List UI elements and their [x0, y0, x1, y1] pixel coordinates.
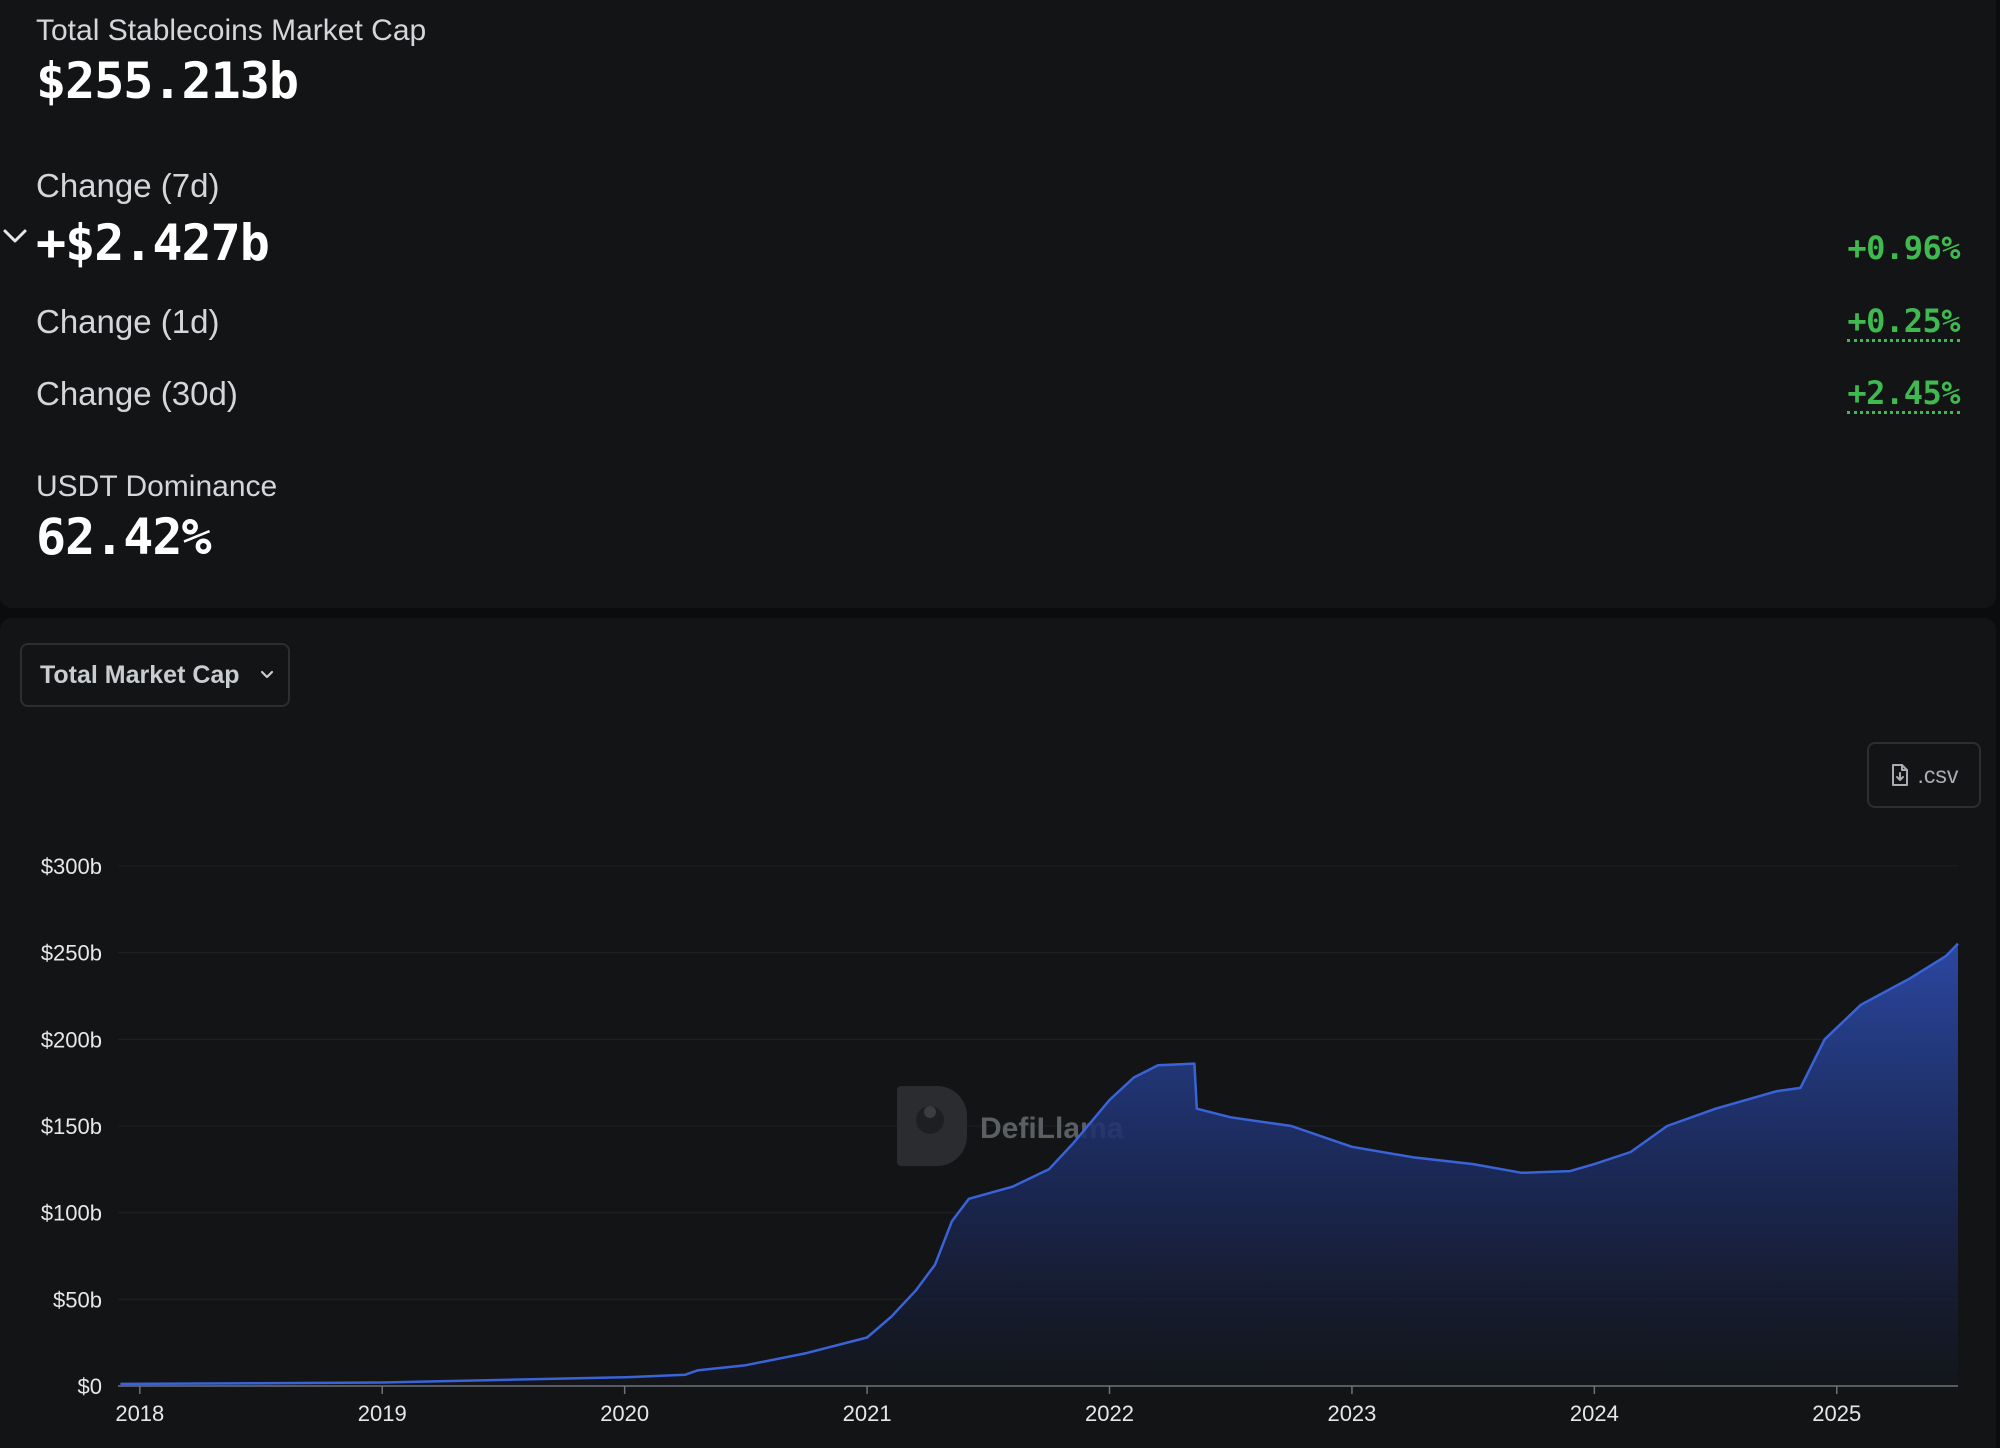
x-tick-label: 2019	[358, 1401, 407, 1426]
x-tick-label: 2022	[1085, 1401, 1134, 1426]
y-tick-label: $150b	[41, 1114, 102, 1139]
market-cap-chart[interactable]: DefiLlama $0$50b$100b$150b$200b$250b$300…	[0, 0, 2000, 1448]
x-tick-label: 2025	[1812, 1401, 1861, 1426]
llama-logo-icon	[897, 1086, 967, 1166]
market-cap-area	[120, 943, 1958, 1386]
x-tick-label: 2024	[1570, 1401, 1619, 1426]
x-tick-label: 2021	[843, 1401, 892, 1426]
y-tick-label: $100b	[41, 1201, 102, 1226]
x-axis: 2018 2019 2020 2021 2022 2023 2024 2025	[115, 1386, 1861, 1426]
y-tick-label: $200b	[41, 1027, 102, 1052]
x-tick-label: 2020	[600, 1401, 649, 1426]
y-tick-label: $300b	[41, 854, 102, 879]
y-tick-label: $0	[78, 1374, 102, 1399]
y-tick-label: $250b	[41, 941, 102, 966]
x-tick-label: 2023	[1327, 1401, 1376, 1426]
x-tick-label: 2018	[115, 1401, 164, 1426]
y-axis: $0 $50b $100b $150b $200b $250b $300b	[41, 854, 102, 1399]
y-tick-label: $50b	[53, 1287, 102, 1312]
